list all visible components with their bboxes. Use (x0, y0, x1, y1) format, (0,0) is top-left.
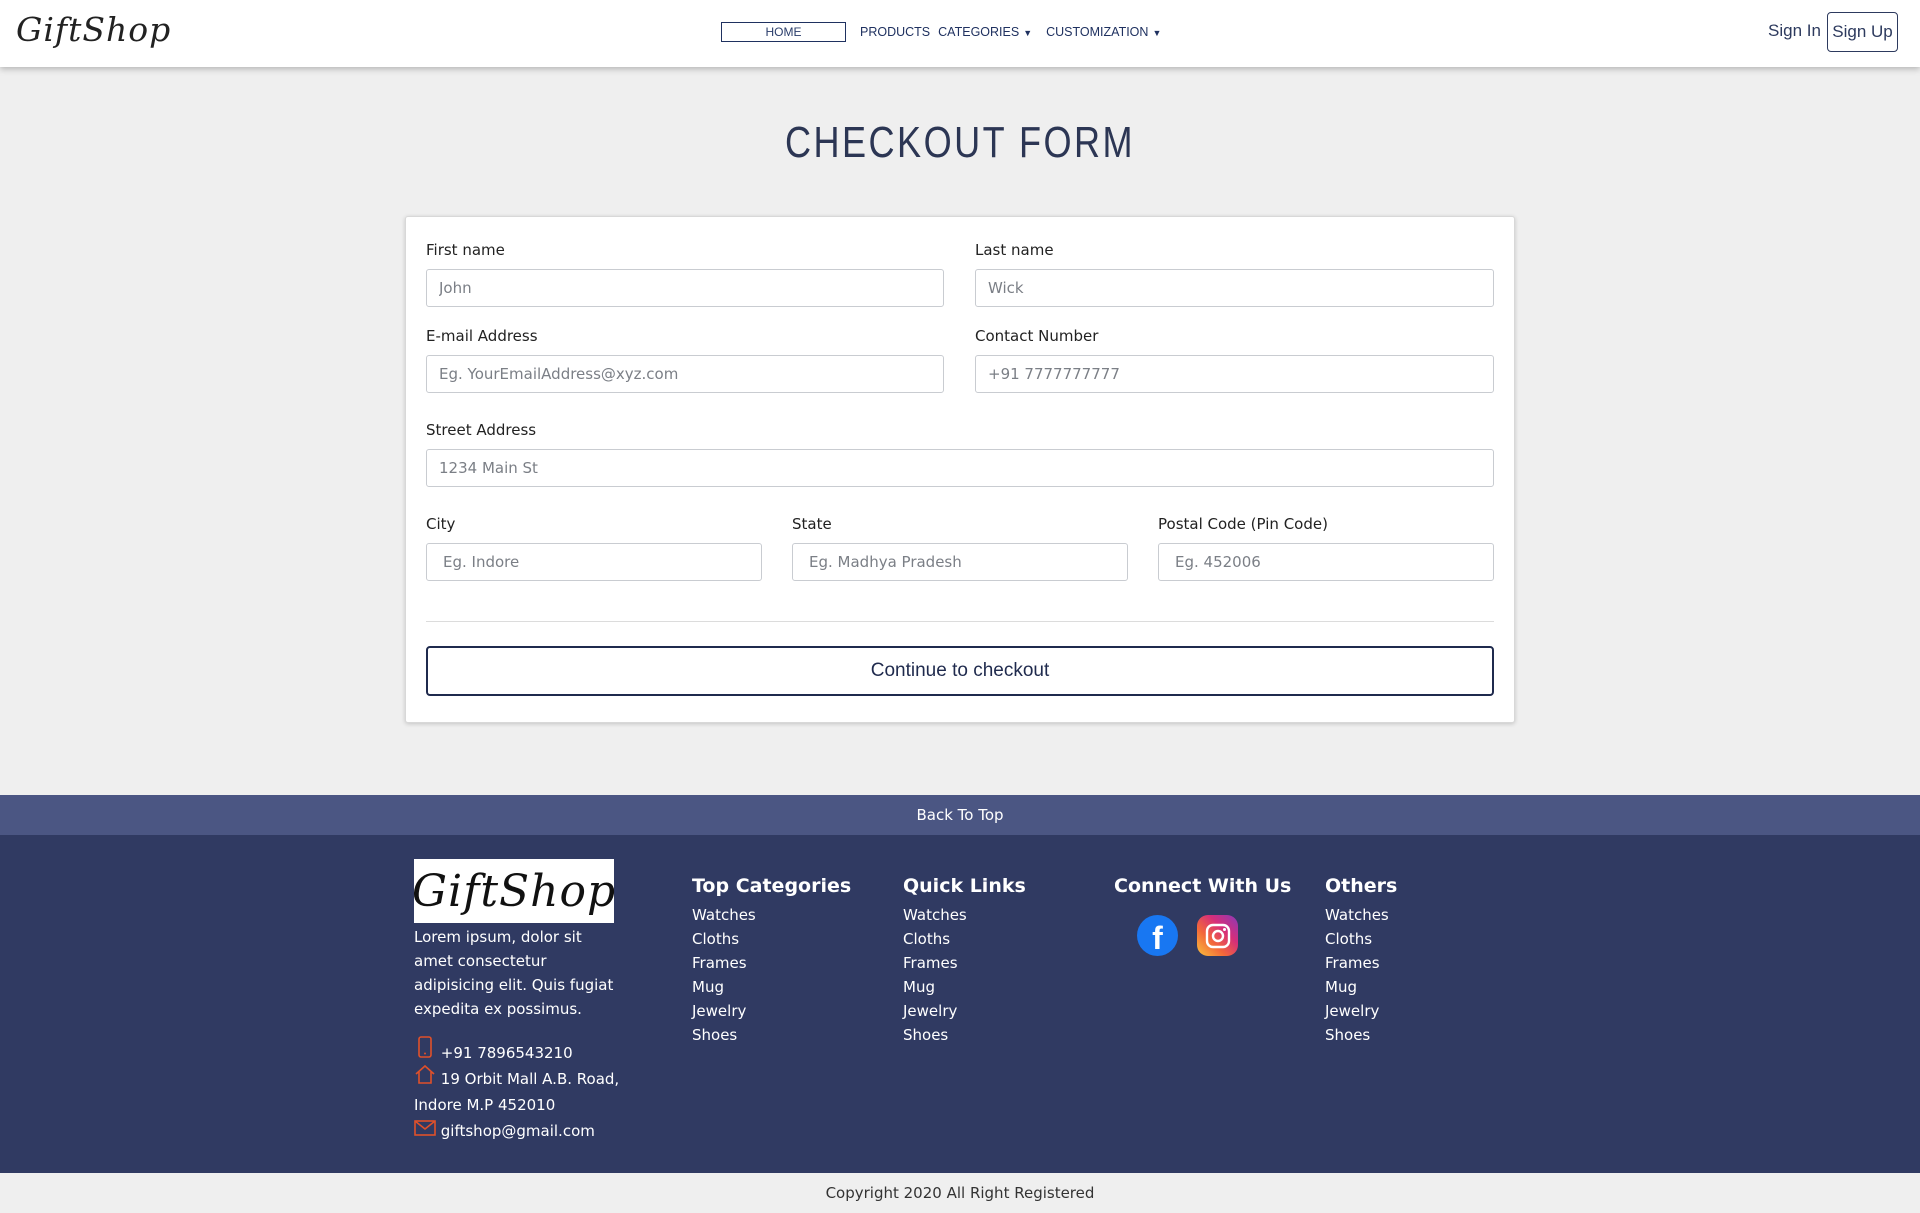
footer-link[interactable]: Cloths (1325, 927, 1397, 951)
navbar: GiftShop HOME PRODUCTS CATEGORIES ▼ CUSTO… (0, 0, 1920, 67)
footer-link[interactable]: Watches (1325, 903, 1397, 927)
footer-link[interactable]: Cloths (903, 927, 1026, 951)
nav-customization-dropdown[interactable]: CUSTOMIZATION ▼ (1046, 25, 1161, 39)
first-name-input[interactable] (426, 269, 944, 307)
sign-up-button[interactable]: Sign Up (1827, 12, 1898, 52)
checkout-form-card: First name Last name E-mail Address Cont… (405, 216, 1515, 723)
home-icon (414, 1064, 436, 1091)
state-label: State (792, 515, 832, 533)
form-divider (426, 621, 1494, 622)
footer-link[interactable]: Jewelry (1325, 999, 1397, 1023)
nav-categories-label: CATEGORIES (938, 25, 1020, 39)
footer-others: Others Watches Cloths Frames Mug Jewelry… (1325, 875, 1397, 1047)
footer-phone: +91 7896543210 (414, 1036, 573, 1065)
footer-top-categories: Top Categories Watches Cloths Frames Mug… (692, 875, 851, 1047)
footer-link[interactable]: Watches (903, 903, 1026, 927)
nav-menu: HOME PRODUCTS CATEGORIES ▼ CUSTOMIZATION ▼ (721, 22, 1161, 42)
footer-quick-links-title: Quick Links (903, 875, 1026, 897)
brand-logo[interactable]: GiftShop (16, 10, 171, 49)
footer-link[interactable]: Shoes (903, 1023, 1026, 1047)
footer-link[interactable]: Cloths (692, 927, 851, 951)
footer-link[interactable]: Jewelry (692, 999, 851, 1023)
footer-address-line1: 19 Orbit Mall A.B. Road, (440, 1070, 620, 1088)
footer-logo: GiftShop (412, 859, 615, 923)
email-input[interactable] (426, 355, 944, 393)
street-address-label: Street Address (426, 421, 537, 439)
footer-connect-title: Connect With Us (1114, 875, 1292, 897)
footer-phone-text: +91 7896543210 (440, 1044, 573, 1062)
city-input[interactable] (426, 543, 762, 581)
footer-top-categories-title: Top Categories (692, 875, 852, 897)
footer-about-text: Lorem ipsum, dolor sit amet consectetur … (414, 928, 614, 1018)
footer-link[interactable]: Jewelry (903, 999, 1026, 1023)
city-label: City (426, 515, 456, 533)
footer-link[interactable]: Mug (692, 975, 851, 999)
postal-code-input[interactable] (1158, 543, 1494, 581)
footer-others-title: Others (1325, 875, 1398, 897)
facebook-glyph: f (1152, 920, 1163, 956)
mail-icon (414, 1119, 436, 1143)
contact-number-input[interactable] (975, 355, 1494, 393)
last-name-label: Last name (975, 241, 1054, 259)
footer-address: 19 Orbit Mall A.B. Road, (414, 1064, 619, 1091)
last-name-input[interactable] (975, 269, 1494, 307)
footer-quick-links: Quick Links Watches Cloths Frames Mug Je… (903, 875, 1026, 1047)
footer-link[interactable]: Frames (903, 951, 1026, 975)
footer-address-line2: Indore M.P 452010 (414, 1096, 556, 1114)
footer-link[interactable]: Frames (1325, 951, 1397, 975)
postal-code-label: Postal Code (Pin Code) (1158, 515, 1328, 533)
email-label: E-mail Address (426, 327, 538, 345)
footer-link[interactable]: Shoes (1325, 1023, 1397, 1047)
caret-down-icon: ▼ (1023, 28, 1033, 38)
page-title: CHECKOUT FORM (784, 118, 1136, 167)
footer-link[interactable]: Shoes (692, 1023, 851, 1047)
social-icons: f (1137, 915, 1238, 956)
nav-products-link[interactable]: PRODUCTS (860, 25, 930, 39)
footer-connect: Connect With Us (1114, 875, 1291, 903)
footer: GiftShop Lorem ipsum, dolor sit amet con… (0, 835, 1920, 1173)
footer-link[interactable]: Mug (903, 975, 1026, 999)
footer-link[interactable]: Mug (1325, 975, 1397, 999)
facebook-icon[interactable]: f (1137, 915, 1178, 956)
footer-link[interactable]: Watches (692, 903, 851, 927)
footer-email: giftshop@gmail.com (414, 1119, 595, 1143)
street-address-input[interactable] (426, 449, 1494, 487)
footer-link[interactable]: Frames (692, 951, 851, 975)
nav-customization-label: CUSTOMIZATION (1046, 25, 1149, 39)
contact-number-label: Contact Number (975, 327, 1099, 345)
back-to-top-bar[interactable]: Back To Top (0, 795, 1920, 835)
caret-down-icon: ▼ (1152, 28, 1162, 38)
nav-categories-dropdown[interactable]: CATEGORIES ▼ (938, 25, 1032, 39)
sign-in-link[interactable]: Sign In (1768, 21, 1821, 41)
phone-icon (414, 1036, 436, 1065)
continue-to-checkout-button[interactable]: Continue to checkout (426, 646, 1494, 696)
instagram-icon[interactable] (1197, 915, 1238, 956)
state-input[interactable] (792, 543, 1128, 581)
copyright-bar: Copyright 2020 All Right Registered (0, 1173, 1920, 1213)
first-name-label: First name (426, 241, 505, 259)
footer-email-text: giftshop@gmail.com (440, 1122, 595, 1140)
nav-home-link[interactable]: HOME (721, 22, 846, 42)
